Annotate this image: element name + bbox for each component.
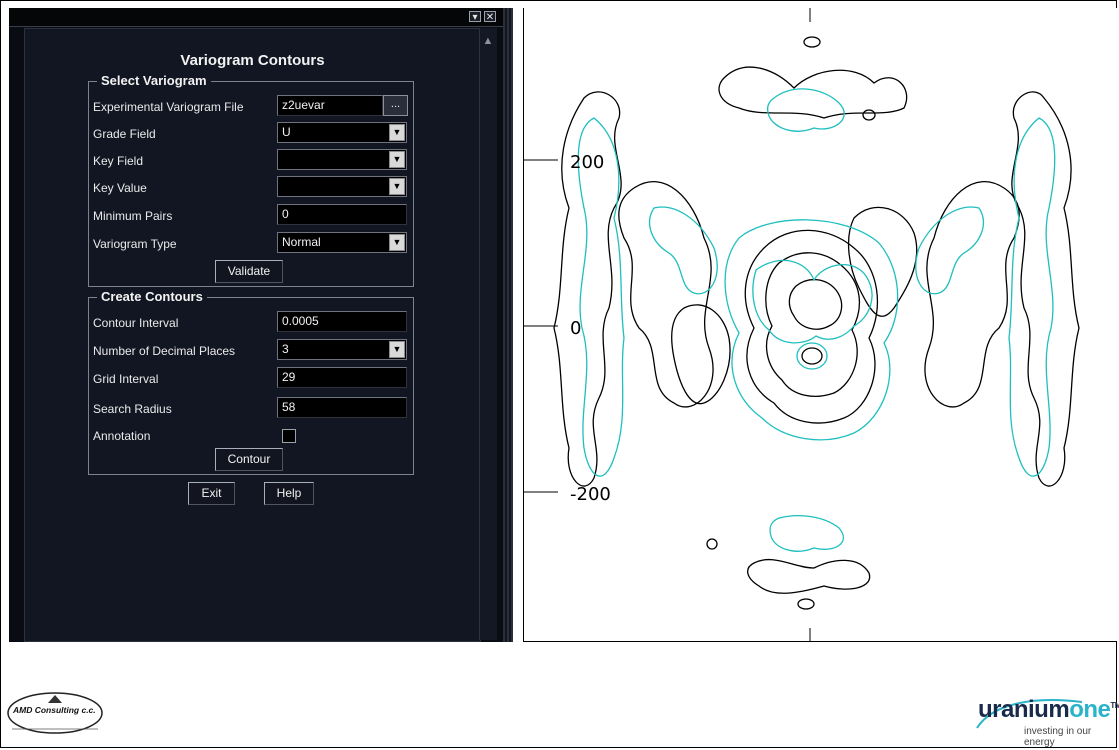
contour-line-outer-right (1011, 91, 1080, 487)
uranium-tagline: investing in our energy (1024, 726, 1092, 748)
search-radius-input[interactable]: 58 (277, 397, 407, 418)
amd-logo-name: AMD Consulting c.c. (13, 705, 96, 715)
variogram-type-select[interactable]: Normal ▼ (277, 232, 407, 253)
create-contours-group: Create Contours Contour Interval 0.0005 … (88, 289, 414, 475)
variogram-type-value: Normal (282, 235, 321, 249)
contour-line-cyan-center-inner (752, 259, 873, 344)
variogram-type-label: Variogram Type (93, 237, 177, 251)
exit-button[interactable]: Exit (188, 482, 235, 505)
restore-icon[interactable]: ▾ (469, 11, 481, 23)
amd-emblem-icon (7, 692, 103, 734)
chevron-down-icon[interactable]: ▼ (389, 124, 405, 141)
search-radius-label: Search Radius (93, 402, 172, 416)
contour-line-left-inner (671, 304, 731, 405)
browse-button[interactable]: ... (383, 95, 408, 116)
uranium-trademark: TM (1110, 701, 1119, 710)
grade-field-value: U (282, 125, 291, 139)
contour-line-cyan-right-arc (915, 206, 984, 295)
annotation-label: Annotation (93, 429, 151, 443)
chevron-down-icon[interactable]: ▼ (389, 341, 405, 358)
contour-line-cyan-right (1008, 117, 1056, 477)
contour-line-upper (718, 66, 908, 119)
contour-line-center-inner (788, 279, 843, 330)
select-variogram-group: Select Variogram Experimental Variogram … (88, 73, 414, 287)
chevron-down-icon[interactable]: ▼ (389, 151, 405, 168)
grid-interval-input[interactable]: 29 (277, 367, 407, 388)
key-field-label: Key Field (93, 154, 144, 168)
experimental-file-label: Experimental Variogram File (93, 100, 244, 114)
chevron-down-icon[interactable]: ▼ (389, 178, 405, 195)
minimum-pairs-input[interactable]: 0 (277, 204, 407, 225)
create-contours-title: Create Contours (97, 289, 207, 304)
select-variogram-title: Select Variogram (97, 73, 211, 88)
contour-line-cyan-upper (767, 88, 845, 132)
window-splitter[interactable] (503, 8, 513, 642)
contour-line-lower (747, 558, 871, 594)
contour-line-cyan-lower (769, 515, 845, 552)
variogram-dialog-window: ▾ ✕ Variogram Contours Select Variogram … (9, 8, 513, 642)
dialog-panel: Variogram Contours Select Variogram Expe… (24, 28, 481, 642)
contour-line-center-mid (765, 252, 861, 397)
axis-tick-200: 200 (570, 152, 605, 173)
contour-line-small-left (706, 538, 718, 550)
key-value-select[interactable]: ▼ (277, 176, 407, 197)
experimental-file-input[interactable]: z2uevar (277, 95, 383, 116)
contour-line-small-right (862, 109, 876, 121)
contour-plot-svg (524, 8, 1080, 642)
uranium-word-part2: one (1069, 696, 1111, 723)
contour-plot: 200 0 -200 (523, 8, 1117, 642)
grade-field-select[interactable]: U ▼ (277, 122, 407, 143)
axis-ticks (524, 8, 811, 642)
uranium-word-part1: uranium (978, 696, 1070, 723)
grid-interval-label: Grid Interval (93, 372, 159, 386)
contour-line-top-dot (803, 36, 821, 48)
decimal-places-value: 3 (282, 342, 289, 356)
contour-interval-label: Contour Interval (93, 316, 179, 330)
amd-consulting-logo: AMD Consulting c.c. (6, 689, 104, 741)
axis-tick-minus-200: -200 (570, 484, 611, 505)
decimal-places-label: Number of Decimal Places (93, 344, 236, 358)
contour-button[interactable]: Contour (215, 448, 283, 471)
help-button[interactable]: Help (264, 482, 314, 505)
contour-line-cyan-left-arc (649, 206, 718, 295)
minimum-pairs-label: Minimum Pairs (93, 209, 173, 223)
validate-button[interactable]: Validate (215, 260, 283, 283)
key-field-select[interactable]: ▼ (277, 149, 407, 170)
key-value-label: Key Value (93, 181, 147, 195)
contour-line-center-dot (801, 347, 823, 365)
dialog-title: Variogram Contours (180, 52, 325, 69)
uranium-one-logo: uraniumoneTM investing in our energy (972, 694, 1119, 748)
chevron-down-icon[interactable]: ▼ (389, 234, 405, 251)
window-titlebar: ▾ ✕ (9, 8, 503, 27)
decimal-places-select[interactable]: 3 ▼ (277, 339, 407, 360)
axis-tick-0: 0 (570, 318, 582, 339)
contour-line-bottom-dot (797, 598, 815, 610)
scroll-up-icon[interactable]: ▲ (481, 34, 495, 48)
uranium-one-wordmark: uraniumoneTM (978, 696, 1119, 724)
annotation-checkbox[interactable] (282, 429, 296, 443)
close-icon[interactable]: ✕ (484, 11, 496, 23)
contour-interval-input[interactable]: 0.0005 (277, 311, 407, 332)
contour-line-right-lobe (924, 181, 1020, 408)
dialog-scrollbar[interactable]: ▲ (479, 28, 497, 640)
grade-field-label: Grade Field (93, 127, 156, 141)
